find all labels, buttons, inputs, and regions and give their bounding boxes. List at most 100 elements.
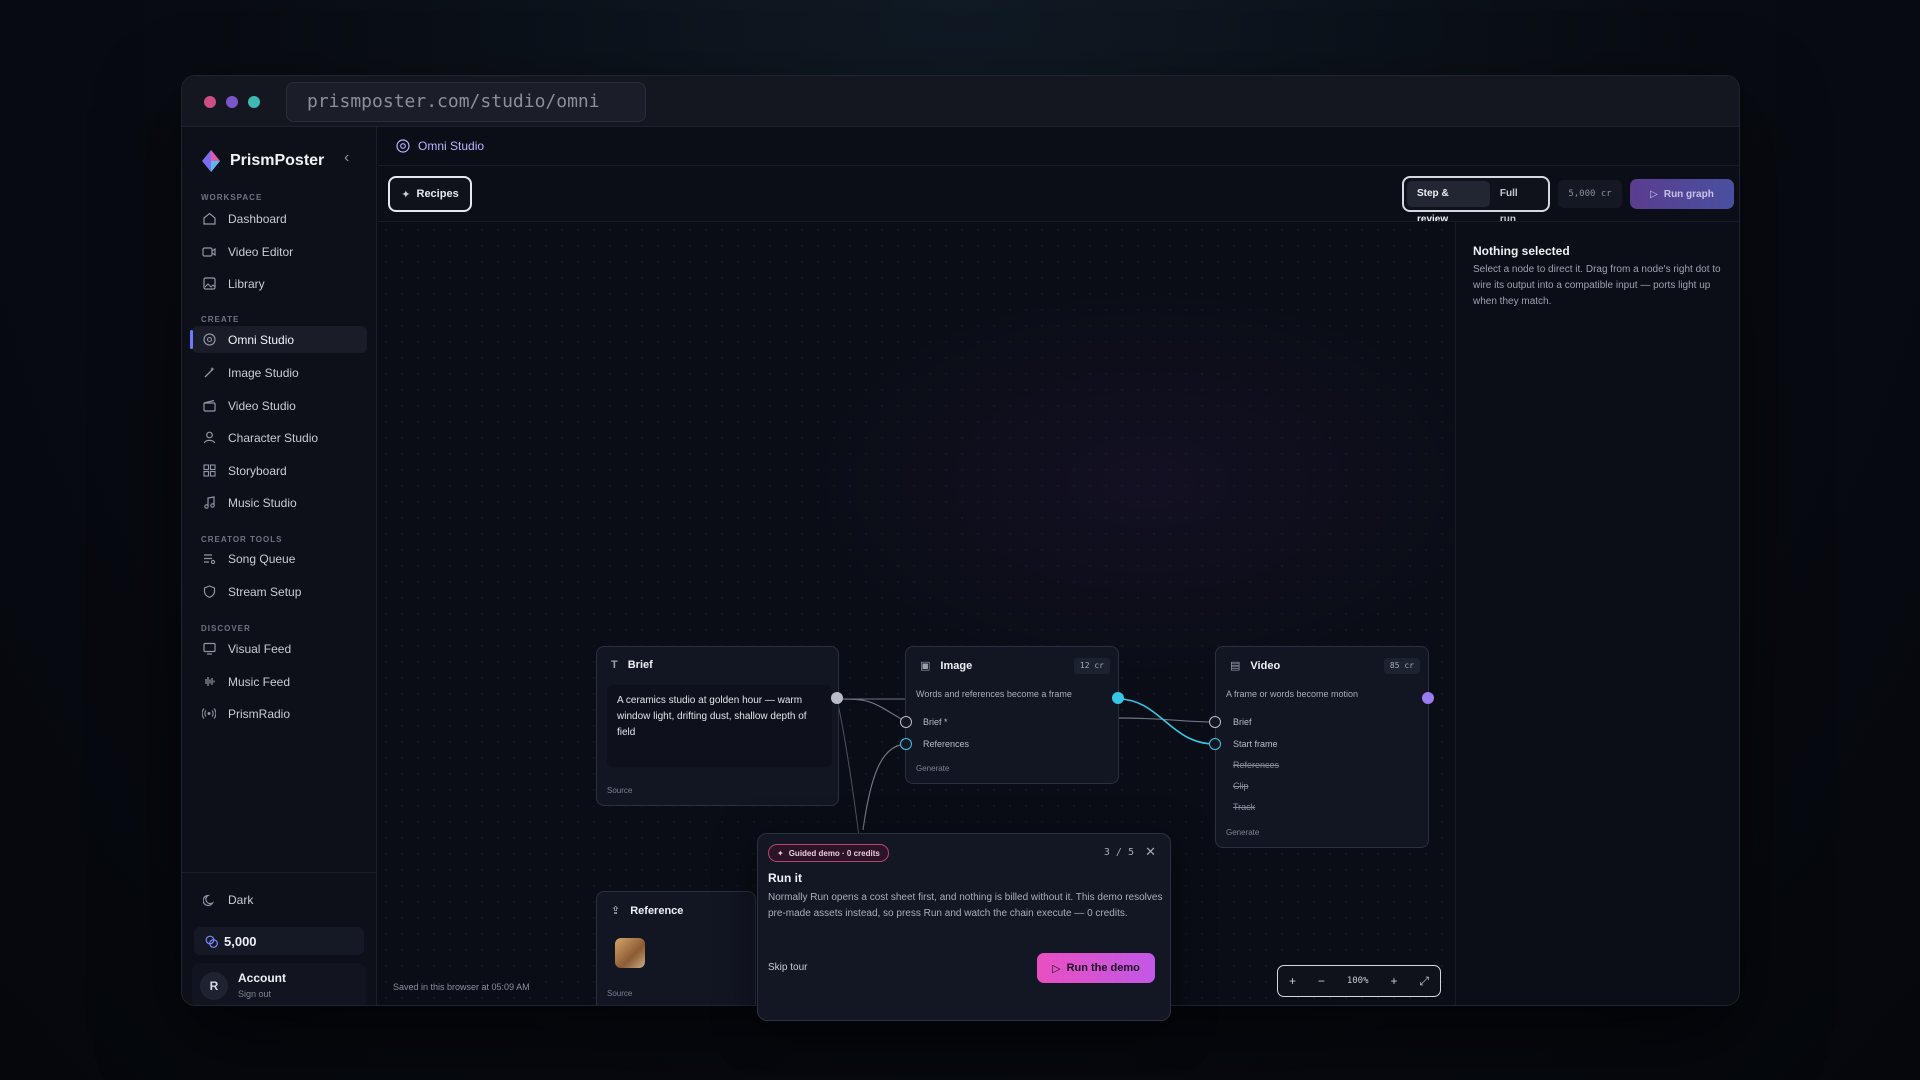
- port-label-references: References: [923, 739, 970, 749]
- node-description: Words and references become a frame: [916, 689, 1072, 699]
- image-output-port[interactable]: [1112, 692, 1124, 704]
- tour-title: Run it: [768, 871, 802, 885]
- queue-icon: [202, 552, 216, 566]
- port-label-brief: Brief *: [923, 717, 948, 727]
- prism-logo-icon: [202, 150, 220, 172]
- brand[interactable]: PrismPoster: [202, 149, 324, 173]
- play-icon: ▷: [1052, 962, 1061, 975]
- maximize-window-dot[interactable]: [248, 96, 260, 108]
- mode-step-review[interactable]: Step & review: [1407, 181, 1490, 225]
- brief-node[interactable]: T Brief A ceramics studio at golden hour…: [596, 646, 839, 806]
- port-label-track: Track: [1233, 802, 1256, 812]
- run-graph-button[interactable]: ▷ Run graph: [1630, 179, 1734, 209]
- run-graph-label: Run graph: [1663, 188, 1714, 200]
- sidebar-item-video-studio[interactable]: Video Studio: [192, 392, 367, 419]
- grid-icon: [202, 464, 216, 478]
- sidebar-item-song-queue[interactable]: Song Queue: [192, 545, 367, 572]
- account-card[interactable]: R Account Sign out: [192, 963, 366, 1005]
- sidebar-item-dashboard[interactable]: Dashboard: [192, 205, 367, 232]
- video-start-frame-input-port[interactable]: [1209, 738, 1221, 750]
- section-discover: DISCOVER: [201, 624, 251, 633]
- add-node-icon[interactable]: +: [1289, 974, 1296, 988]
- person-icon: [202, 431, 216, 445]
- section-workspace: WORKSPACE: [201, 193, 263, 202]
- brand-name: PrismPoster: [230, 152, 325, 169]
- sidebar-item-label: Character Studio: [228, 430, 319, 445]
- coin-icon: [204, 934, 218, 948]
- run-the-demo-button[interactable]: ▷ Run the demo: [1037, 953, 1155, 983]
- brief-node-header: T Brief: [611, 659, 653, 671]
- node-title: Image: [940, 659, 973, 672]
- credits-balance[interactable]: 5,000: [194, 927, 364, 955]
- browser-titlebar: prismposter.com/studio/omni: [182, 76, 1739, 127]
- image-references-input-port[interactable]: [900, 738, 912, 750]
- page-title: Omni Studio: [418, 139, 485, 153]
- reference-node[interactable]: ⇪ Reference Source: [596, 891, 756, 1005]
- mode-full-run[interactable]: Full run: [1490, 181, 1545, 225]
- moon-icon: [202, 893, 216, 907]
- sidebar-item-storyboard[interactable]: Storyboard: [192, 457, 367, 484]
- port-label-references: References: [1233, 760, 1280, 770]
- canvas-glow: [798, 282, 1454, 682]
- sidebar-item-label: Video Studio: [228, 398, 296, 413]
- clapper-icon: ▤: [1230, 660, 1241, 672]
- sidebar-item-stream-setup[interactable]: Stream Setup: [192, 578, 367, 605]
- recipes-button[interactable]: ✦ Recipes: [388, 176, 472, 212]
- video-node-header: ▤ Video: [1230, 659, 1280, 673]
- video-node[interactable]: ▤ Video 85 cr A frame or words become mo…: [1215, 646, 1429, 848]
- sidebar-item-visual-feed[interactable]: Visual Feed: [192, 635, 367, 662]
- node-footer: Generate: [916, 764, 950, 773]
- section-create: CREATE: [201, 315, 240, 324]
- sidebar-item-character-studio[interactable]: Character Studio: [192, 424, 367, 451]
- shield-icon: [202, 585, 216, 599]
- zoom-controls: + − 100% + ⤢: [1277, 965, 1441, 997]
- zoom-out-icon[interactable]: −: [1318, 974, 1325, 988]
- breadcrumb: Omni Studio: [396, 139, 484, 153]
- close-window-dot[interactable]: [204, 96, 216, 108]
- close-icon[interactable]: ✕: [1145, 844, 1156, 860]
- recipes-label: Recipes: [416, 188, 459, 200]
- theme-label: Dark: [228, 893, 254, 907]
- sidebar-item-video-editor[interactable]: Video Editor: [192, 238, 367, 265]
- sidebar-item-image-studio[interactable]: Image Studio: [192, 359, 367, 386]
- sparkle-icon: ✦: [401, 188, 411, 201]
- fit-view-icon[interactable]: ⤢: [1419, 974, 1429, 989]
- zoom-in-icon[interactable]: +: [1390, 974, 1397, 988]
- section-creator-tools: CREATOR TOOLS: [201, 535, 283, 544]
- sidebar-item-label: Image Studio: [228, 365, 299, 380]
- inspector-text: Select a node to direct it. Drag from a …: [1473, 264, 1721, 307]
- sidebar-item-label: PrismRadio: [228, 706, 291, 721]
- monitor-icon: [202, 642, 216, 656]
- sidebar: PrismPoster ‹ WORKSPACE Dashboard Video …: [182, 127, 377, 1005]
- sidebar-item-label: Library: [228, 276, 265, 291]
- node-description: A frame or words become motion: [1226, 689, 1359, 699]
- sign-out-link[interactable]: Sign out: [238, 989, 271, 999]
- guided-tour-popover: ✦ Guided demo · 0 credits 3 / 5 ✕ Run it…: [757, 833, 1171, 1021]
- theme-toggle[interactable]: Dark: [202, 893, 253, 907]
- cost-badge: 12 cr: [1073, 658, 1110, 674]
- address-bar[interactable]: prismposter.com/studio/omni: [286, 82, 646, 122]
- reference-thumbnail[interactable]: [615, 938, 645, 968]
- sidebar-item-library[interactable]: Library: [192, 270, 367, 297]
- minimize-window-dot[interactable]: [226, 96, 238, 108]
- sidebar-item-music-studio[interactable]: Music Studio: [192, 489, 367, 516]
- tour-step-counter: 3 / 5: [1103, 847, 1134, 858]
- sidebar-item-music-feed[interactable]: Music Feed: [192, 668, 367, 695]
- image-icon: ▣: [920, 660, 931, 672]
- tour-body: Normally Run opens a cost sheet first, a…: [768, 892, 1163, 919]
- image-brief-input-port[interactable]: [900, 716, 912, 728]
- sidebar-item-omni-studio[interactable]: Omni Studio: [190, 326, 367, 353]
- run-the-demo-label: Run the demo: [1066, 962, 1140, 974]
- image-node[interactable]: ▣ Image 12 cr Words and references becom…: [905, 646, 1119, 784]
- sidebar-item-label: Stream Setup: [228, 584, 302, 599]
- clapper-icon: [202, 399, 216, 413]
- brief-output-port[interactable]: [831, 692, 843, 704]
- brief-textarea[interactable]: A ceramics studio at golden hour — warm …: [607, 685, 832, 767]
- collapse-sidebar-icon[interactable]: ‹: [344, 149, 349, 167]
- sidebar-item-label: Dashboard: [228, 211, 287, 226]
- video-output-port[interactable]: [1422, 692, 1434, 704]
- sidebar-divider: [182, 872, 377, 873]
- sidebar-item-prismradio[interactable]: PrismRadio: [192, 700, 367, 727]
- skip-tour-link[interactable]: Skip tour: [768, 962, 807, 973]
- video-brief-input-port[interactable]: [1209, 716, 1221, 728]
